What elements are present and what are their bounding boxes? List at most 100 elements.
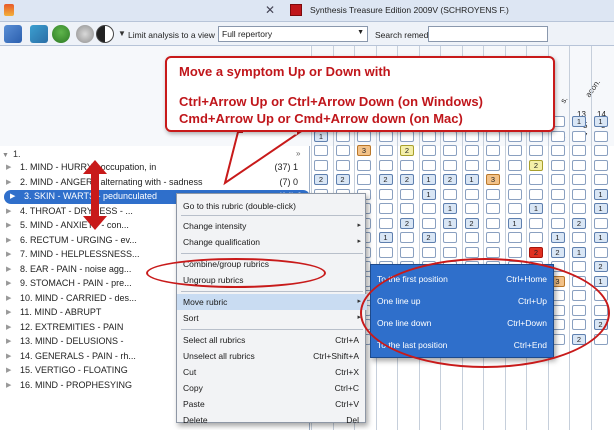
- contrast-icon[interactable]: [96, 25, 114, 43]
- grid-cell[interactable]: [400, 232, 414, 243]
- repertory-icon[interactable]: [4, 25, 22, 43]
- grid-cell[interactable]: [593, 130, 608, 142]
- grid-cell[interactable]: [421, 203, 436, 214]
- grid-cell[interactable]: [550, 130, 565, 142]
- grid-cell[interactable]: 1: [593, 203, 608, 214]
- grid-cell[interactable]: [314, 159, 328, 171]
- grid-cell[interactable]: [400, 159, 414, 171]
- grid-cell[interactable]: 2: [314, 174, 328, 185]
- context-menu-item[interactable]: Change intensity ▸: [177, 218, 367, 234]
- grid-cell[interactable]: 2: [593, 261, 608, 272]
- tree-icon[interactable]: [52, 25, 70, 43]
- grid-cell[interactable]: [593, 217, 608, 229]
- grid-cell[interactable]: [507, 203, 522, 214]
- grid-cell[interactable]: 1: [421, 188, 436, 200]
- grid-cell[interactable]: 2: [421, 232, 436, 243]
- context-menu-item[interactable]: Go to this rubric (double-click): [177, 198, 367, 214]
- grid-cell[interactable]: [378, 145, 393, 156]
- grid-cell[interactable]: 1: [593, 188, 608, 200]
- grid-cell[interactable]: [378, 130, 393, 142]
- grid-cell[interactable]: 2: [550, 246, 565, 258]
- submenu-item[interactable]: One line up Ctrl+Up: [371, 293, 555, 309]
- expand-triangle-icon[interactable]: ▶: [6, 250, 11, 258]
- grid-cell[interactable]: [443, 246, 457, 258]
- context-menu-item[interactable]: Move rubric ▸: [177, 294, 367, 310]
- grid-cell[interactable]: [550, 188, 565, 200]
- grid-cell[interactable]: 2: [400, 217, 414, 229]
- grid-cell[interactable]: 1: [464, 174, 479, 185]
- grid-cell[interactable]: [486, 246, 500, 258]
- grid-cell[interactable]: [443, 232, 457, 243]
- grid-cell[interactable]: [507, 130, 522, 142]
- grid-cell[interactable]: [529, 130, 543, 142]
- grid-cell[interactable]: [507, 232, 522, 243]
- grid-cell[interactable]: [443, 188, 457, 200]
- context-menu-item[interactable]: Cut Ctrl+X: [177, 364, 367, 380]
- grid-cell[interactable]: 2: [335, 174, 350, 185]
- grid-cell[interactable]: [443, 159, 457, 171]
- clipboard-root[interactable]: ▼ 1.: [2, 149, 20, 159]
- expand-triangle-icon[interactable]: ▼: [2, 152, 9, 159]
- grid-cell[interactable]: [572, 261, 586, 272]
- grid-cell[interactable]: [507, 159, 522, 171]
- grid-cell[interactable]: [335, 159, 350, 171]
- grid-cell[interactable]: 1: [421, 174, 436, 185]
- grid-cell[interactable]: [572, 130, 586, 142]
- expand-triangle-icon[interactable]: ▶: [6, 308, 11, 316]
- close-tab-icon[interactable]: ✕: [265, 3, 275, 17]
- context-menu-item[interactable]: Delete Del: [177, 412, 367, 428]
- grid-cell[interactable]: [550, 217, 565, 229]
- submenu-item[interactable]: One line down Ctrl+Down: [371, 315, 555, 331]
- grid-cell[interactable]: [593, 246, 608, 258]
- grid-cell[interactable]: [421, 130, 436, 142]
- grid-cell[interactable]: [486, 217, 500, 229]
- rubric-row[interactable]: ▶ 1. MIND - HURRY - occupation, in (37) 1: [0, 161, 310, 175]
- grid-cell[interactable]: [507, 174, 522, 185]
- expand-triangle-icon[interactable]: ▶: [6, 265, 11, 273]
- grid-cell[interactable]: [550, 159, 565, 171]
- submenu-item[interactable]: To the last position Ctrl+End: [371, 337, 555, 353]
- grid-cell[interactable]: [572, 275, 586, 287]
- grid-cell[interactable]: [335, 130, 350, 142]
- grid-cell[interactable]: [400, 203, 414, 214]
- grid-cell[interactable]: [593, 159, 608, 171]
- limit-view-select[interactable]: Full repertory ▼: [218, 26, 368, 42]
- grid-cell[interactable]: [378, 217, 393, 229]
- grid-cell[interactable]: 1: [550, 232, 565, 243]
- remedy-abbrev[interactable]: acon.: [584, 78, 603, 99]
- expand-triangle-icon[interactable]: ▶: [6, 279, 11, 287]
- expand-triangle-icon[interactable]: ▶: [6, 163, 11, 171]
- expand-triangle-icon[interactable]: ▶: [6, 178, 11, 186]
- grid-cell[interactable]: [421, 246, 436, 258]
- context-menu-item[interactable]: Select all rubrics Ctrl+A: [177, 332, 367, 348]
- grid-cell[interactable]: 1: [443, 217, 457, 229]
- remedy-abbrev[interactable]: s.: [559, 95, 570, 105]
- grid-cell[interactable]: [400, 188, 414, 200]
- grid-cell[interactable]: [572, 174, 586, 185]
- grid-cell[interactable]: 2: [378, 174, 393, 185]
- expand-triangle-icon[interactable]: ▶: [6, 381, 11, 389]
- grid-cell[interactable]: [572, 290, 586, 301]
- grid-cell[interactable]: 2: [529, 159, 543, 171]
- grid-cell[interactable]: [378, 203, 393, 214]
- grid-cell[interactable]: [464, 188, 479, 200]
- context-menu-item[interactable]: Copy Ctrl+C: [177, 380, 367, 396]
- context-menu-item[interactable]: Unselect all rubrics Ctrl+Shift+A: [177, 348, 367, 364]
- grid-cell[interactable]: [593, 174, 608, 185]
- grid-cell[interactable]: 2: [400, 174, 414, 185]
- grid-cell[interactable]: [378, 246, 393, 258]
- document-title[interactable]: Synthesis Treasure Edition 2009V (SCHROY…: [310, 5, 509, 15]
- grid-cell[interactable]: [421, 217, 436, 229]
- grid-cell[interactable]: [378, 188, 393, 200]
- grid-cell[interactable]: [357, 159, 371, 171]
- grid-cell[interactable]: [572, 304, 586, 316]
- grid-cell[interactable]: 1: [314, 130, 328, 142]
- grid-cell[interactable]: [421, 145, 436, 156]
- expand-triangle-icon[interactable]: ▶: [6, 337, 11, 345]
- expand-triangle-icon[interactable]: ▶: [10, 192, 15, 200]
- grid-cell[interactable]: [464, 159, 479, 171]
- expand-triangle-icon[interactable]: ▶: [6, 236, 11, 244]
- expand-triangle-icon[interactable]: ▶: [6, 323, 11, 331]
- grid-cell[interactable]: 2: [443, 174, 457, 185]
- context-menu-item[interactable]: Combine/group rubrics: [177, 256, 367, 272]
